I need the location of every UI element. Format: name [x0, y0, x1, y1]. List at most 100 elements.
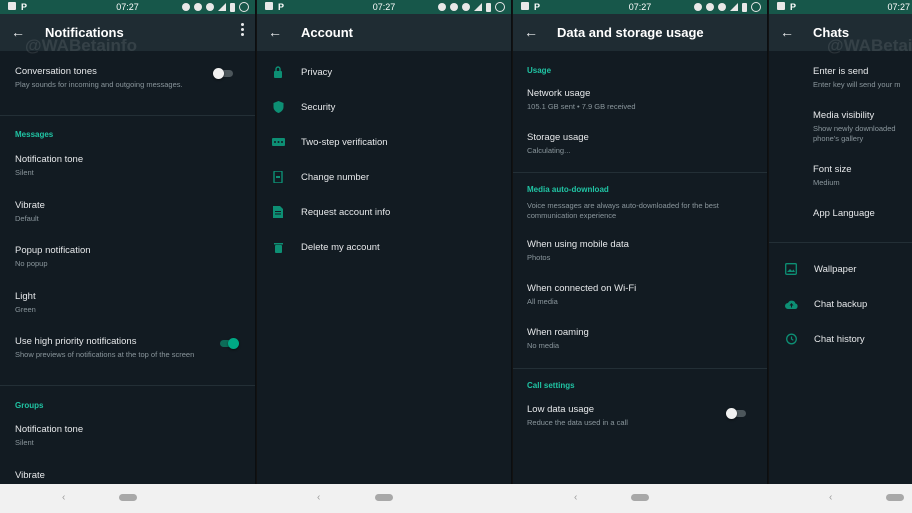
- signal-icon: [730, 3, 738, 11]
- nav-home-pill[interactable]: [886, 494, 904, 501]
- account-item-label: Security: [301, 102, 336, 113]
- app-language-setting[interactable]: App Language: [813, 208, 912, 219]
- account-item-security[interactable]: Security: [271, 100, 503, 116]
- chat-backup-item[interactable]: Chat backup: [784, 297, 912, 313]
- divider: [769, 242, 912, 243]
- network-usage-setting[interactable]: Network usage 105.1 GB sent • 7.9 GB rec…: [527, 88, 757, 112]
- lock-icon: [271, 65, 285, 79]
- setting-subtitle: Silent: [15, 438, 34, 447]
- back-arrow-icon[interactable]: ←: [524, 25, 538, 39]
- light-setting[interactable]: Light Green: [15, 291, 245, 315]
- app-bar: ← Account: [257, 14, 511, 51]
- battery-icon: [230, 2, 235, 12]
- battery-icon: [742, 2, 747, 12]
- group-vibrate[interactable]: Vibrate: [15, 470, 245, 481]
- setting-subtitle: Enter key will send your m: [813, 80, 901, 89]
- wifi-icon: [462, 3, 470, 11]
- message-vibrate[interactable]: Vibrate Default: [15, 200, 245, 224]
- nav-back-icon[interactable]: ‹: [574, 492, 577, 503]
- nav-back-icon[interactable]: ‹: [62, 492, 65, 503]
- data-storage-screen: P 07:27 ← Data and storage usage @WABeta…: [513, 0, 768, 484]
- message-notification-tone[interactable]: Notification tone Silent: [15, 154, 245, 178]
- font-size-setting[interactable]: Font size Medium: [813, 164, 912, 188]
- nav-home-pill[interactable]: [631, 494, 649, 501]
- chat-item-label: Chat backup: [814, 299, 868, 310]
- setting-subtitle: Calculating...: [527, 146, 571, 155]
- alarm-icon: [694, 3, 702, 11]
- data-saver-icon: [495, 2, 505, 12]
- setting-title: Network usage: [527, 88, 591, 99]
- setting-title: Use high priority notifications: [15, 336, 137, 347]
- account-item-two-step[interactable]: Two-step verification: [271, 135, 503, 151]
- account-item-label: Change number: [301, 172, 370, 183]
- setting-title: Light: [15, 291, 36, 302]
- low-data-usage-setting[interactable]: Low data usage Reduce the data used in a…: [527, 404, 757, 428]
- setting-subtitle: Voice messages are always auto-downloade…: [527, 201, 719, 220]
- back-arrow-icon[interactable]: ←: [268, 25, 282, 39]
- low-data-usage-toggle[interactable]: [726, 407, 746, 419]
- setting-subtitle: Default: [15, 214, 39, 223]
- setting-title: Notification tone: [15, 154, 84, 165]
- setting-subtitle: Photos: [527, 253, 551, 262]
- chat-item-label: Chat history: [814, 334, 865, 345]
- media-visibility-setting[interactable]: Media visibility Show newly downloaded p…: [813, 110, 912, 144]
- setting-subtitle: No media: [527, 341, 560, 350]
- dots-icon: [271, 135, 285, 149]
- conversation-tones-setting[interactable]: Conversation tones Play sounds for incom…: [15, 66, 245, 90]
- signal-icon: [218, 3, 226, 11]
- wifi-icon: [206, 3, 214, 11]
- account-item-change-number[interactable]: Change number: [271, 170, 503, 186]
- mobile-data-setting[interactable]: When using mobile data Photos: [527, 239, 757, 263]
- data-saver-icon: [751, 2, 761, 12]
- section-header: Messages: [15, 130, 54, 139]
- section-header: Call settings: [527, 381, 575, 390]
- storage-usage-setting[interactable]: Storage usage Calculating...: [527, 132, 757, 156]
- trash-icon: [271, 240, 285, 254]
- setting-subtitle: Silent: [15, 168, 34, 177]
- status-time: 07:27: [887, 2, 910, 12]
- status-bar: P 07:27: [769, 0, 912, 14]
- alarm-icon: [438, 3, 446, 11]
- parking-icon: P: [790, 2, 797, 12]
- auto-download-note: Voice messages are always auto-downloade…: [527, 198, 757, 221]
- conversation-tones-toggle[interactable]: [213, 67, 233, 79]
- high-priority-toggle[interactable]: [218, 337, 239, 349]
- setting-title: Vibrate: [15, 470, 45, 481]
- hotspot-icon: [706, 3, 714, 11]
- setting-title: Font size: [813, 164, 852, 175]
- roaming-setting[interactable]: When roaming No media: [527, 327, 757, 351]
- account-item-delete[interactable]: Delete my account: [271, 240, 503, 256]
- account-item-label: Delete my account: [301, 242, 380, 253]
- data-saver-icon: [239, 2, 249, 12]
- setting-title: When roaming: [527, 327, 589, 338]
- page-title: Account: [301, 25, 353, 40]
- app-bar: ← Data and storage usage: [513, 14, 767, 51]
- account-item-privacy[interactable]: Privacy: [271, 65, 503, 81]
- account-item-request-info[interactable]: Request account info: [271, 205, 503, 221]
- wallpaper-item[interactable]: Wallpaper: [784, 262, 912, 278]
- enter-is-send-setting[interactable]: Enter is send Enter key will send your m: [813, 66, 912, 90]
- more-options-icon[interactable]: [241, 23, 245, 39]
- setting-title: Media visibility: [813, 110, 875, 121]
- page-title: Chats: [813, 25, 850, 40]
- back-arrow-icon[interactable]: ←: [780, 25, 794, 39]
- high-priority-setting[interactable]: Use high priority notifications Show pre…: [15, 336, 245, 360]
- setting-subtitle: No popup: [15, 259, 48, 268]
- status-bar: P 07:27: [257, 0, 511, 14]
- wifi-setting[interactable]: When connected on Wi-Fi All media: [527, 283, 757, 307]
- page-title: Notifications: [45, 25, 124, 40]
- group-notification-tone[interactable]: Notification tone Silent: [15, 424, 245, 448]
- setting-title: When using mobile data: [527, 239, 629, 250]
- nav-home-pill[interactable]: [375, 494, 393, 501]
- chat-history-item[interactable]: Chat history: [784, 332, 912, 348]
- nav-back-icon[interactable]: ‹: [317, 492, 320, 503]
- cloud-upload-icon: [784, 297, 798, 311]
- popup-notification[interactable]: Popup notification No popup: [15, 245, 245, 269]
- nav-home-pill[interactable]: [119, 494, 137, 501]
- hotspot-icon: [194, 3, 202, 11]
- message-icon: [777, 2, 785, 10]
- nav-back-icon[interactable]: ‹: [829, 492, 832, 503]
- back-arrow-icon[interactable]: ←: [11, 25, 25, 39]
- screenshot-collage: P 07:27 ← Notifications @WABetainfo Conv…: [0, 0, 912, 484]
- setting-title: Enter is send: [813, 66, 869, 77]
